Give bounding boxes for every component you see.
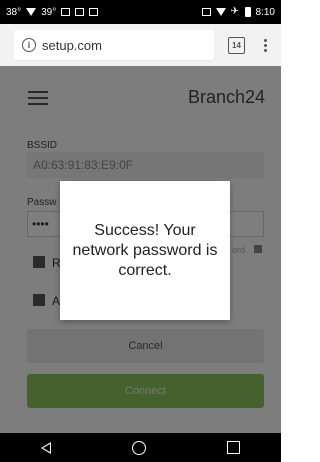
mail-icon (75, 8, 85, 16)
vibrate-icon (201, 8, 211, 16)
wifi-icon (215, 8, 226, 16)
status-left: 38° 39° (6, 6, 99, 18)
browser-toolbar: i setup.com 14 (0, 24, 281, 66)
back-icon[interactable] (40, 441, 51, 454)
status-right: ✈ 8:10 (201, 6, 275, 18)
tabs-icon[interactable]: 14 (228, 36, 245, 54)
navigation-bar (0, 433, 281, 462)
status-bar: 38° 39° ✈ 8:10 (0, 0, 281, 24)
airplane-icon: ✈ (230, 6, 239, 17)
info-icon[interactable]: i (22, 38, 36, 52)
temperature-2: 39° (41, 6, 57, 18)
clock: 8:10 (255, 6, 275, 18)
dialog-message: Success! Your network password is correc… (72, 221, 218, 279)
temperature-1: 38° (6, 6, 22, 18)
address-bar[interactable]: i setup.com (14, 30, 214, 60)
overflow-menu-icon[interactable] (259, 38, 271, 52)
image-icon (61, 8, 71, 16)
weather-icon (26, 8, 37, 16)
url-text[interactable]: setup.com (42, 38, 102, 53)
android-icon (89, 8, 99, 16)
home-icon[interactable] (131, 440, 146, 455)
success-dialog[interactable]: Success! Your network password is correc… (60, 181, 230, 320)
recents-icon[interactable] (227, 441, 241, 454)
battery-icon (244, 7, 251, 17)
